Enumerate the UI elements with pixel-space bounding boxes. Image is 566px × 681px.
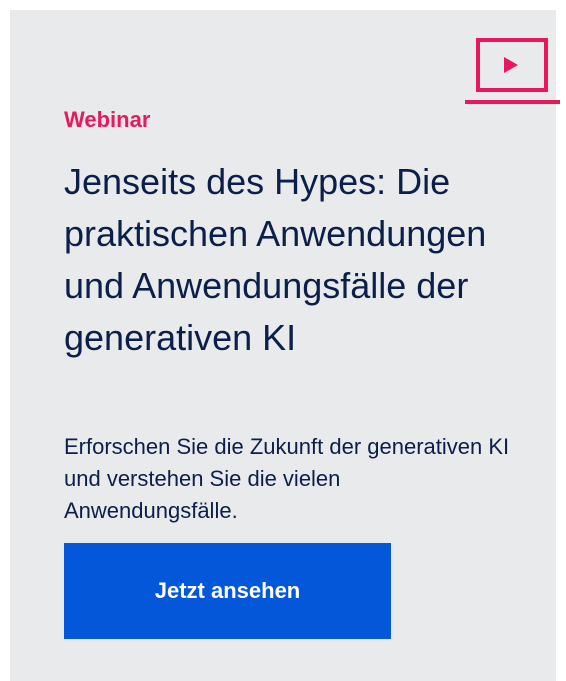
webinar-card: Webinar Jenseits des Hypes: Die praktisc… — [10, 10, 560, 681]
content-type-label: Webinar — [64, 107, 151, 132]
webinar-title: Jenseits des Hypes: Die praktischen Anwe… — [64, 161, 487, 358]
webinar-description: Erforschen Sie die Zukunft der generativ… — [64, 434, 510, 523]
watch-now-button[interactable]: Jetzt ansehen — [64, 543, 391, 639]
video-play-icon — [465, 38, 560, 104]
